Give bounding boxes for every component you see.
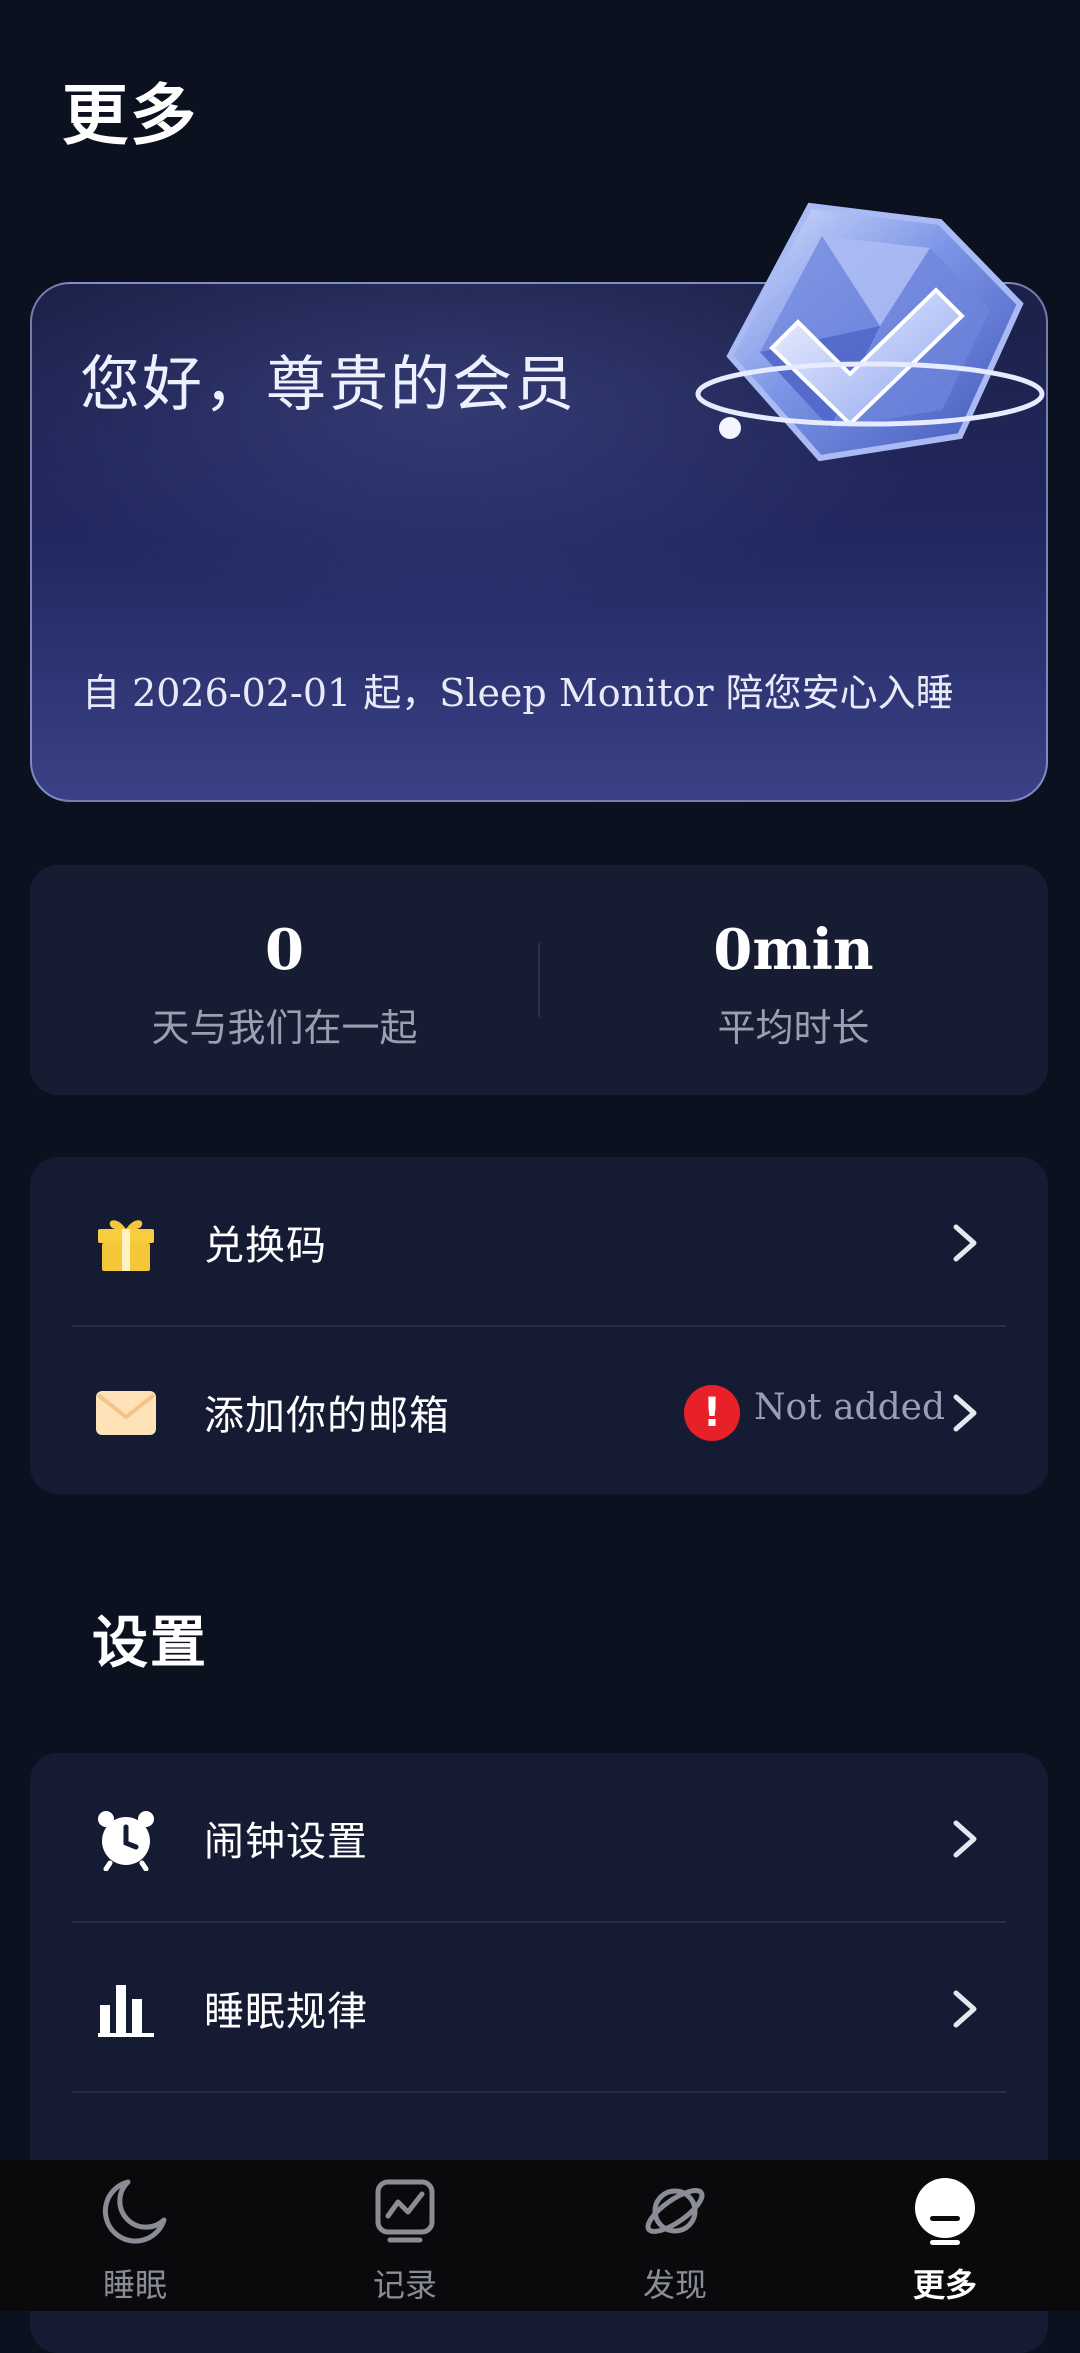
nav-label-records: 记录 [372,2266,437,2304]
nav-tab-sleep[interactable]: 睡眠 [0,2160,270,2311]
moon-icon [102,2179,167,2244]
page-title: 更多 [62,77,198,154]
chevron-right-icon [953,1990,977,2028]
row-divider [72,2091,1006,2093]
add-email-label: 添加你的邮箱 [204,1393,450,1439]
redeem-code-label: 兑换码 [204,1223,327,1269]
alarm-clock-icon [98,1811,154,1871]
sleep-pattern-label: 睡眠规律 [204,1989,368,2035]
add-email-row[interactable]: 添加你的邮箱 ! Not added [30,1327,1048,1494]
bar-chart-icon [98,1985,154,2037]
bottom-nav: 睡眠 记录 发现 更多 [0,2160,1080,2311]
more-icon [915,2178,975,2245]
nav-tab-records[interactable]: 记录 [270,2160,540,2311]
nav-label-more: 更多 [912,2266,977,2304]
chevron-right-icon [953,1394,977,1432]
nav-tab-discover[interactable]: 发现 [540,2160,810,2311]
planet-icon [645,2188,705,2234]
email-status: Not added [754,1387,945,1428]
member-since-text: 自 2026-02-01 起，Sleep Monitor 陪您安心入睡 [82,671,954,715]
days-stat: 0 天与我们在一起 [30,865,539,1095]
avg-duration-stat: 0min 平均时长 [539,865,1048,1095]
sleep-pattern-row[interactable]: 睡眠规律 [30,1923,1048,2093]
days-label: 天与我们在一起 [151,1006,418,1050]
gift-icon [98,1220,154,1271]
alarm-settings-row[interactable]: 闹钟设置 [30,1753,1048,1923]
nav-label-discover: 发现 [642,2266,707,2304]
stats-card: 0 天与我们在一起 0min 平均时长 [30,865,1048,1095]
nav-label-sleep: 睡眠 [102,2266,167,2304]
alert-icon: ! [684,1385,740,1441]
nav-tab-more[interactable]: 更多 [810,2160,1080,2311]
settings-section-title: 设置 [92,1611,208,1676]
chevron-right-icon [953,1820,977,1858]
report-icon [375,2179,435,2243]
member-greeting: 您好，尊贵的会员 [80,350,576,420]
redeem-code-row[interactable]: 兑换码 [30,1157,1048,1327]
avg-duration-label: 平均时长 [717,1006,870,1050]
alarm-settings-label: 闹钟设置 [204,1819,368,1865]
diamond-check-icon [695,202,1045,462]
chevron-right-icon [953,1224,977,1262]
account-card: 兑换码 添加你的邮箱 ! Not added [30,1157,1048,1494]
days-value: 0 [265,917,304,983]
mail-icon [96,1391,156,1435]
avg-duration-value: 0min [713,917,874,983]
